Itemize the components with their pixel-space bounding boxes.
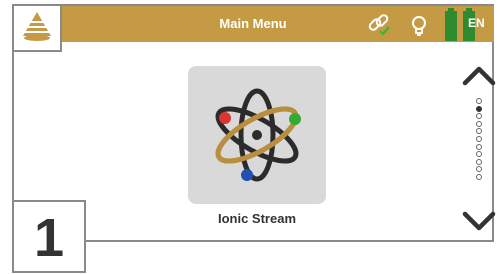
page-dot bbox=[476, 158, 482, 165]
header-bar: Main Menu EN bbox=[12, 4, 494, 42]
screen-number: 1 bbox=[33, 208, 65, 268]
language-label[interactable]: EN bbox=[468, 16, 485, 30]
link-icon[interactable] bbox=[366, 12, 392, 43]
atom-icon bbox=[207, 85, 307, 190]
page-dot bbox=[476, 98, 482, 104]
menu-item-label: Ionic Stream bbox=[217, 211, 297, 226]
page-dot bbox=[476, 135, 482, 142]
scroll-down-button[interactable] bbox=[459, 206, 499, 236]
page-indicator bbox=[474, 98, 484, 182]
page-dot bbox=[476, 143, 482, 150]
menu-tile[interactable] bbox=[188, 66, 326, 204]
page-dot bbox=[476, 128, 482, 135]
page-dot bbox=[476, 120, 482, 127]
page-dot bbox=[476, 173, 482, 180]
page-dot bbox=[476, 151, 482, 158]
app-frame: Main Menu EN 1 Ionic Stream bbox=[0, 0, 502, 273]
chevron-down-icon bbox=[462, 211, 496, 231]
scroll-up-button[interactable] bbox=[459, 60, 499, 90]
screen-number-box: 1 bbox=[12, 200, 86, 273]
page-dot-active bbox=[476, 105, 482, 112]
chevron-up-icon bbox=[462, 66, 496, 86]
page-dot bbox=[476, 113, 482, 120]
lightbulb-icon[interactable] bbox=[410, 14, 428, 43]
page-dot bbox=[476, 166, 482, 173]
